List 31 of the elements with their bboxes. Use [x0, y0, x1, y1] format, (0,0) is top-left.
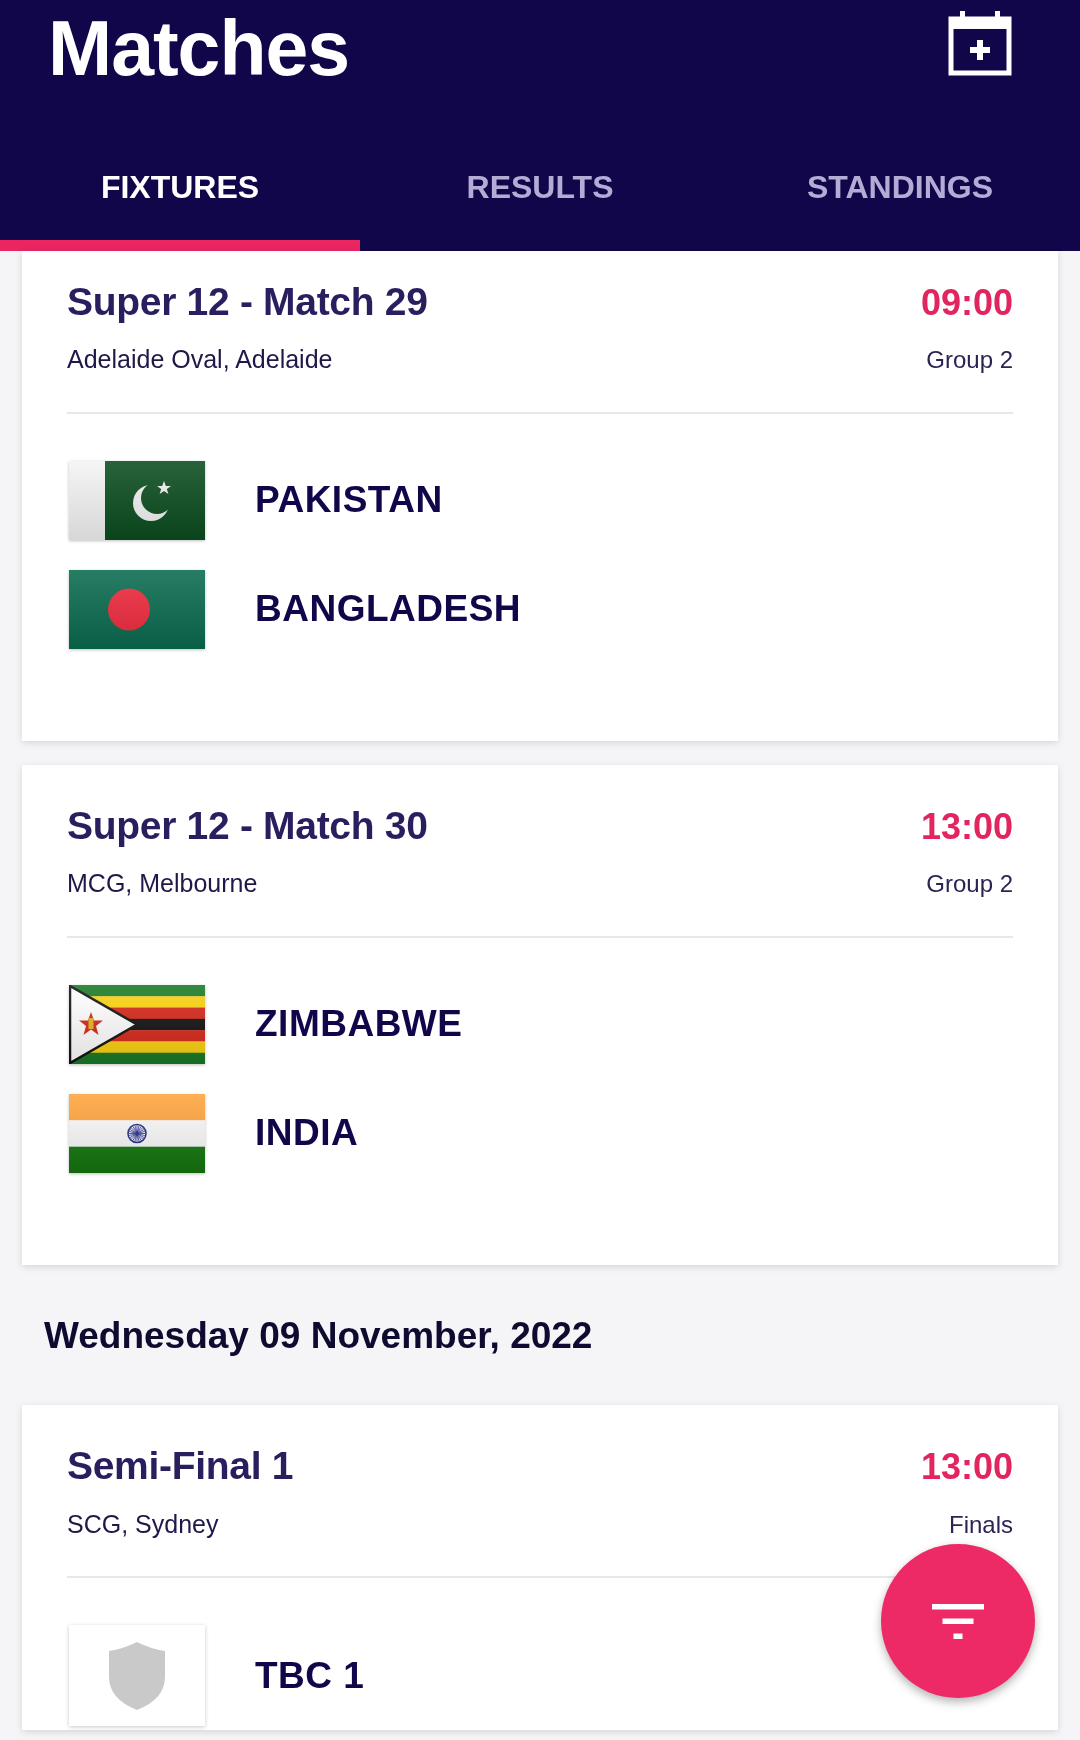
- match-card[interactable]: Super 12 - Match 29 09:00 Adelaide Oval, Adelaide Group 2 PAKISTAN BANGLADESH: [22, 251, 1058, 741]
- team-name: INDIA: [255, 1111, 359, 1156]
- venue-label: SCG, Sydney: [67, 1508, 219, 1539]
- group-label: Group 2: [926, 870, 1013, 899]
- match-time: 09:00: [920, 281, 1013, 325]
- team-name: TBC 1: [255, 1653, 365, 1698]
- venue-label: MCG, Melbourne: [67, 868, 258, 899]
- tab[interactable]: RESULTS: [360, 140, 720, 251]
- pakistan-flag-icon: [69, 461, 205, 540]
- team-name: PAKISTAN: [255, 478, 443, 523]
- group-label: Finals: [948, 1510, 1013, 1540]
- date-heading: Wednesday 09 November, 2022: [44, 1313, 593, 1358]
- shield-icon: [69, 1625, 205, 1727]
- venue-label: Adelaide Oval, Adelaide: [67, 344, 333, 375]
- team-name: BANGLADESH: [255, 587, 522, 632]
- calendar-plus-icon[interactable]: [947, 10, 1013, 76]
- team-name: ZIMBABWE: [255, 1002, 463, 1047]
- india-flag-icon: [69, 1093, 205, 1173]
- match-time: 13:00: [920, 805, 1013, 849]
- match-title: Super 12 - Match 30: [67, 805, 428, 848]
- zimbabwe-flag-icon: [69, 984, 205, 1064]
- match-time: 13:00: [920, 1445, 1013, 1489]
- match-title: Super 12 - Match 29: [67, 281, 428, 324]
- filter-icon: [932, 1603, 984, 1639]
- match-card[interactable]: Super 12 - Match 30 13:00 MCG, Melbourne Group 2 ZIMBABWE INDIA: [22, 765, 1058, 1265]
- page-title: Matches: [48, 10, 350, 87]
- tab[interactable]: STANDINGS: [720, 140, 1080, 251]
- bangladesh-flag-icon: [69, 570, 205, 649]
- group-label: Group 2: [926, 346, 1013, 375]
- match-title: Semi-Final 1: [67, 1445, 294, 1489]
- match-card[interactable]: Semi-Final 1 13:00 SCG, Sydney Finals TBC 1: [22, 1405, 1058, 1731]
